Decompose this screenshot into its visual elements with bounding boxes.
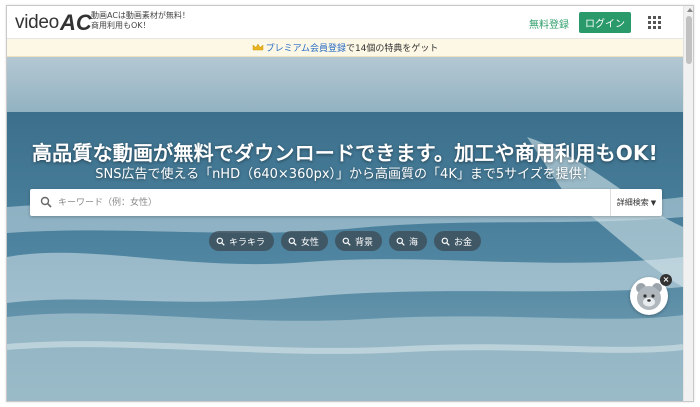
tag-label: キラキラ bbox=[228, 237, 265, 248]
advanced-search-button[interactable]: 詳細検索 ▼ bbox=[610, 189, 662, 216]
tag-chip[interactable]: キラキラ bbox=[208, 231, 274, 251]
search-icon bbox=[288, 237, 297, 246]
vertical-scrollbar[interactable] bbox=[683, 6, 693, 401]
premium-benefit-text: で14個の特典をゲット bbox=[345, 44, 439, 54]
close-icon[interactable]: × bbox=[660, 274, 672, 286]
mascot-chat-widget[interactable]: × bbox=[630, 272, 672, 315]
logo-ac-text: AC bbox=[59, 10, 92, 35]
tag-chip[interactable]: お金 bbox=[434, 231, 482, 251]
search-box: 詳細検索 ▼ bbox=[30, 189, 662, 216]
premium-banner: プレミアム会員登録 で14個の特典をゲット bbox=[7, 39, 683, 57]
search-input[interactable] bbox=[58, 193, 598, 212]
tagline-line-1: 動画ACは動画素材が無料！ bbox=[91, 11, 190, 20]
tag-label: 女性 bbox=[300, 237, 319, 248]
crown-icon bbox=[252, 42, 263, 50]
scroll-up-arrow-icon[interactable] bbox=[687, 8, 693, 12]
advanced-search-label: 詳細検索 bbox=[616, 198, 649, 207]
free-register-link[interactable]: 無料登録 bbox=[529, 16, 569, 31]
tag-chip[interactable]: 女性 bbox=[280, 231, 328, 251]
premium-register-link[interactable]: プレミアム会員登録 bbox=[266, 41, 346, 54]
search-icon bbox=[441, 237, 450, 246]
search-icon bbox=[396, 237, 405, 246]
browser-frame: video AC 動画ACは動画素材が無料！ 商用利用もOK！ 無料登録 ログイ… bbox=[6, 5, 694, 402]
tag-label: お金 bbox=[454, 237, 473, 248]
hero-section: 高品質な動画が無料でダウンロードできます。加工や商用利用もOK! SNS広告で使… bbox=[7, 57, 683, 401]
login-button[interactable]: ログイン bbox=[579, 12, 631, 33]
ocean-background-image bbox=[7, 57, 683, 401]
hero-subtitle: SNS広告で使える「nHD（640×360px）」から高画質の「4K」まで5サイ… bbox=[95, 167, 595, 182]
search-icon bbox=[342, 237, 351, 246]
logo-video-text: video bbox=[15, 12, 59, 33]
videoac-logo[interactable]: video AC bbox=[15, 10, 92, 34]
tag-chip[interactable]: 海 bbox=[389, 231, 428, 251]
tag-label: 海 bbox=[409, 237, 419, 248]
hero-title: 高品質な動画が無料でダウンロードできます。加工や商用利用もOK! bbox=[31, 141, 659, 165]
scrollbar-thumb[interactable] bbox=[686, 16, 692, 64]
search-icon bbox=[216, 237, 225, 246]
popular-tags: キラキラ 女性 背景 海 お金 bbox=[7, 231, 683, 251]
tagline-line-2: 商用利用もOK！ bbox=[91, 21, 151, 30]
search-icon bbox=[40, 196, 52, 208]
site-header: video AC 動画ACは動画素材が無料！ 商用利用もOK！ 無料登録 ログイ… bbox=[7, 6, 683, 39]
caret-down-icon: ▼ bbox=[650, 198, 657, 207]
tag-chip[interactable]: 背景 bbox=[334, 231, 382, 251]
tag-label: 背景 bbox=[354, 237, 373, 248]
tagline: 動画ACは動画素材が無料！ 商用利用もOK！ bbox=[91, 11, 211, 31]
apps-grid-icon[interactable] bbox=[648, 16, 661, 29]
